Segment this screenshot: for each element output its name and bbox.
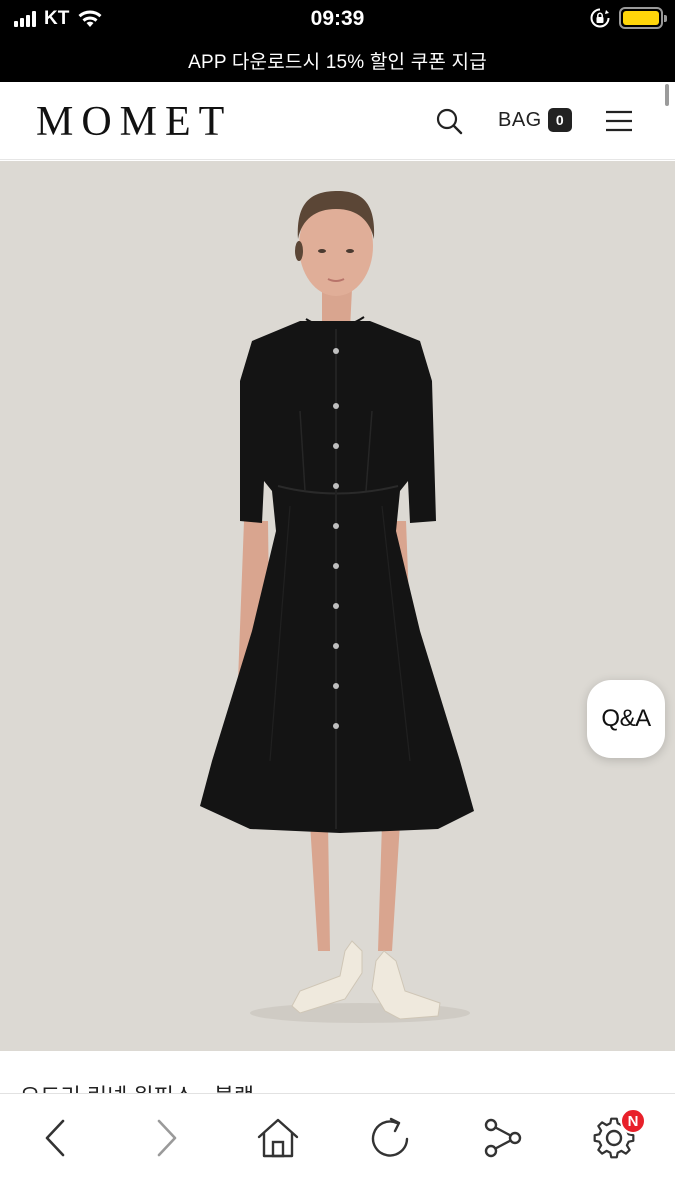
rotation-lock-icon — [590, 8, 610, 28]
product-title: 오드리 린넨 원피스 - 블랙 — [20, 1079, 254, 1093]
share-button[interactable] — [476, 1112, 528, 1164]
search-icon[interactable] — [434, 106, 464, 136]
product-info: 오드리 린넨 원피스 - 블랙 — [0, 1051, 675, 1093]
bag-count-badge: 0 — [547, 108, 572, 132]
status-bar: KT 09:39 — [0, 0, 675, 38]
app-screen: KT 09:39 APP 다운로드시 15% 할인 쿠폰 지급 MOMET BA… — [0, 0, 675, 1200]
promo-banner[interactable]: APP 다운로드시 15% 할인 쿠폰 지급 — [0, 38, 675, 82]
clock: 09:39 — [310, 7, 365, 30]
status-right — [589, 7, 667, 29]
chevron-left-icon — [45, 1119, 65, 1157]
notification-badge: N — [620, 1108, 646, 1134]
hamburger-menu-icon[interactable] — [604, 108, 634, 134]
qa-button[interactable]: Q&A — [587, 680, 665, 758]
product-image[interactable] — [0, 161, 675, 1051]
reload-icon — [371, 1117, 409, 1157]
forward-button[interactable] — [140, 1112, 192, 1164]
model-illustration — [200, 191, 474, 1023]
share-icon — [484, 1118, 522, 1158]
browser-toolbar: N — [0, 1093, 675, 1200]
site-header: MOMET BAG 0 — [0, 82, 675, 160]
home-button[interactable] — [252, 1112, 304, 1164]
bag-label: BAG — [498, 108, 542, 131]
scrollbar[interactable] — [665, 84, 669, 106]
bag-button[interactable]: BAG 0 — [498, 108, 572, 132]
chevron-right-icon — [157, 1119, 177, 1157]
settings-button[interactable]: N — [588, 1108, 646, 1164]
battery-icon — [619, 7, 667, 29]
reload-button[interactable] — [364, 1112, 416, 1164]
home-icon — [257, 1118, 299, 1158]
brand-logo[interactable]: MOMET — [36, 98, 232, 146]
back-button[interactable] — [30, 1112, 82, 1164]
battery-level — [623, 11, 659, 25]
